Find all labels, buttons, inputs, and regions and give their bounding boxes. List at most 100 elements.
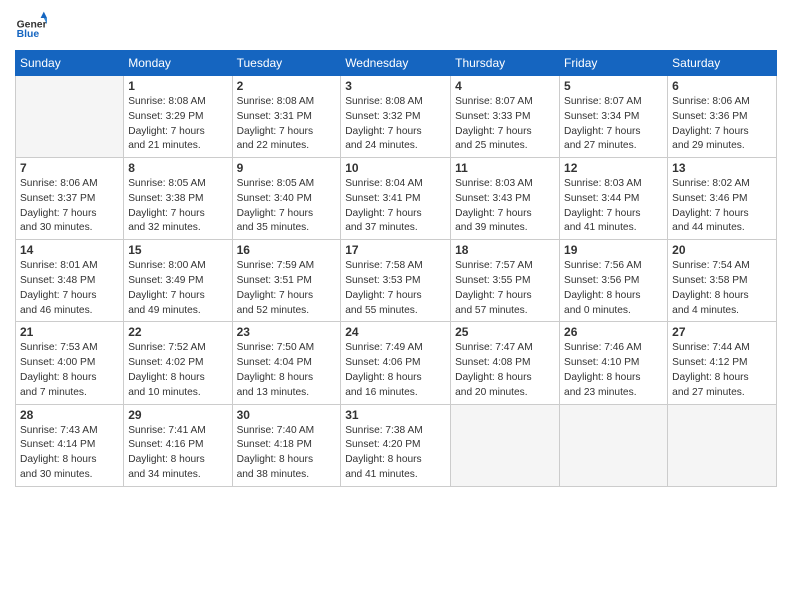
calendar-cell: 25 Sunrise: 7:47 AMSunset: 4:08 PMDayligh…: [451, 322, 560, 404]
day-number: 12: [564, 161, 663, 175]
weekday-header-thursday: Thursday: [451, 51, 560, 76]
day-detail: Sunrise: 7:40 AMSunset: 4:18 PMDaylight:…: [237, 424, 337, 483]
calendar-cell: 13 Sunrise: 8:02 AMSunset: 3:46 PMDayligh…: [668, 158, 777, 240]
day-number: 3: [345, 79, 446, 93]
day-number: 29: [128, 408, 227, 422]
day-detail: Sunrise: 7:56 AMSunset: 3:56 PMDaylight:…: [564, 259, 663, 318]
calendar-week-3: 14 Sunrise: 8:01 AMSunset: 3:48 PMDayligh…: [16, 240, 777, 322]
calendar-week-2: 7 Sunrise: 8:06 AMSunset: 3:37 PMDaylight…: [16, 158, 777, 240]
logo: General Blue: [15, 10, 53, 42]
day-detail: Sunrise: 8:07 AMSunset: 3:33 PMDaylight:…: [455, 95, 555, 154]
day-number: 26: [564, 325, 663, 339]
day-number: 15: [128, 243, 227, 257]
day-detail: Sunrise: 7:53 AMSunset: 4:00 PMDaylight:…: [20, 341, 119, 400]
day-detail: Sunrise: 8:04 AMSunset: 3:41 PMDaylight:…: [345, 177, 446, 236]
logo-icon: General Blue: [15, 10, 47, 42]
weekday-header-wednesday: Wednesday: [341, 51, 451, 76]
calendar-week-4: 21 Sunrise: 7:53 AMSunset: 4:00 PMDayligh…: [16, 322, 777, 404]
calendar-cell: 16 Sunrise: 7:59 AMSunset: 3:51 PMDayligh…: [232, 240, 341, 322]
day-detail: Sunrise: 7:52 AMSunset: 4:02 PMDaylight:…: [128, 341, 227, 400]
weekday-header-tuesday: Tuesday: [232, 51, 341, 76]
calendar-cell: 20Sunrise: 7:54 AMSunset: 3:58 PMDayligh…: [668, 240, 777, 322]
calendar-cell: 11 Sunrise: 8:03 AMSunset: 3:43 PMDayligh…: [451, 158, 560, 240]
day-number: 24: [345, 325, 446, 339]
calendar-cell: 4 Sunrise: 8:07 AMSunset: 3:33 PMDaylight…: [451, 76, 560, 158]
calendar-cell: 9Sunrise: 8:05 AMSunset: 3:40 PMDaylight…: [232, 158, 341, 240]
calendar-cell: 30 Sunrise: 7:40 AMSunset: 4:18 PMDayligh…: [232, 404, 341, 486]
weekday-header-monday: Monday: [124, 51, 232, 76]
day-number: 30: [237, 408, 337, 422]
day-number: 28: [20, 408, 119, 422]
day-detail: Sunrise: 7:46 AMSunset: 4:10 PMDaylight:…: [564, 341, 663, 400]
calendar-week-5: 28 Sunrise: 7:43 AMSunset: 4:14 PMDayligh…: [16, 404, 777, 486]
calendar-cell: 22 Sunrise: 7:52 AMSunset: 4:02 PMDayligh…: [124, 322, 232, 404]
calendar-cell: 2Sunrise: 8:08 AMSunset: 3:31 PMDaylight…: [232, 76, 341, 158]
calendar-cell: 7 Sunrise: 8:06 AMSunset: 3:37 PMDaylight…: [16, 158, 124, 240]
day-number: 27: [672, 325, 772, 339]
day-detail: Sunrise: 7:54 AMSunset: 3:58 PMDaylight:…: [672, 259, 772, 318]
day-number: 9: [237, 161, 337, 175]
day-detail: Sunrise: 8:08 AMSunset: 3:32 PMDaylight:…: [345, 95, 446, 154]
calendar-cell: 17Sunrise: 7:58 AMSunset: 3:53 PMDayligh…: [341, 240, 451, 322]
day-number: 8: [128, 161, 227, 175]
calendar-cell: 26 Sunrise: 7:46 AMSunset: 4:10 PMDayligh…: [560, 322, 668, 404]
calendar-cell: 1 Sunrise: 8:08 AMSunset: 3:29 PMDaylight…: [124, 76, 232, 158]
day-number: 6: [672, 79, 772, 93]
calendar-cell: [16, 76, 124, 158]
calendar-cell: 6 Sunrise: 8:06 AMSunset: 3:36 PMDaylight…: [668, 76, 777, 158]
calendar-cell: 21 Sunrise: 7:53 AMSunset: 4:00 PMDayligh…: [16, 322, 124, 404]
day-number: 18: [455, 243, 555, 257]
day-number: 25: [455, 325, 555, 339]
calendar-cell: 3 Sunrise: 8:08 AMSunset: 3:32 PMDaylight…: [341, 76, 451, 158]
weekday-header-sunday: Sunday: [16, 51, 124, 76]
calendar-cell: 18 Sunrise: 7:57 AMSunset: 3:55 PMDayligh…: [451, 240, 560, 322]
day-detail: Sunrise: 7:44 AMSunset: 4:12 PMDaylight:…: [672, 341, 772, 400]
day-detail: Sunrise: 8:06 AMSunset: 3:36 PMDaylight:…: [672, 95, 772, 154]
day-detail: Sunrise: 8:08 AMSunset: 3:29 PMDaylight:…: [128, 95, 227, 154]
page-header: General Blue: [15, 10, 777, 42]
day-detail: Sunrise: 7:47 AMSunset: 4:08 PMDaylight:…: [455, 341, 555, 400]
svg-text:Blue: Blue: [17, 29, 40, 40]
calendar-cell: 29Sunrise: 7:41 AMSunset: 4:16 PMDayligh…: [124, 404, 232, 486]
calendar-cell: 15 Sunrise: 8:00 AMSunset: 3:49 PMDayligh…: [124, 240, 232, 322]
calendar-week-1: 1 Sunrise: 8:08 AMSunset: 3:29 PMDaylight…: [16, 76, 777, 158]
day-number: 11: [455, 161, 555, 175]
day-number: 1: [128, 79, 227, 93]
calendar-cell: 14 Sunrise: 8:01 AMSunset: 3:48 PMDayligh…: [16, 240, 124, 322]
day-number: 14: [20, 243, 119, 257]
day-detail: Sunrise: 7:43 AMSunset: 4:14 PMDaylight:…: [20, 424, 119, 483]
day-detail: Sunrise: 7:57 AMSunset: 3:55 PMDaylight:…: [455, 259, 555, 318]
day-detail: Sunrise: 8:01 AMSunset: 3:48 PMDaylight:…: [20, 259, 119, 318]
day-number: 23: [237, 325, 337, 339]
day-detail: Sunrise: 8:03 AMSunset: 3:43 PMDaylight:…: [455, 177, 555, 236]
day-number: 10: [345, 161, 446, 175]
calendar-cell: [668, 404, 777, 486]
day-number: 21: [20, 325, 119, 339]
day-detail: Sunrise: 8:05 AMSunset: 3:38 PMDaylight:…: [128, 177, 227, 236]
calendar-cell: 19Sunrise: 7:56 AMSunset: 3:56 PMDayligh…: [560, 240, 668, 322]
calendar-cell: 10 Sunrise: 8:04 AMSunset: 3:41 PMDayligh…: [341, 158, 451, 240]
day-detail: Sunrise: 8:07 AMSunset: 3:34 PMDaylight:…: [564, 95, 663, 154]
day-number: 4: [455, 79, 555, 93]
day-detail: Sunrise: 7:59 AMSunset: 3:51 PMDaylight:…: [237, 259, 337, 318]
day-number: 31: [345, 408, 446, 422]
weekday-header-row: SundayMondayTuesdayWednesdayThursdayFrid…: [16, 51, 777, 76]
day-number: 13: [672, 161, 772, 175]
calendar-table: SundayMondayTuesdayWednesdayThursdayFrid…: [15, 50, 777, 487]
weekday-header-saturday: Saturday: [668, 51, 777, 76]
day-number: 22: [128, 325, 227, 339]
day-number: 17: [345, 243, 446, 257]
day-detail: Sunrise: 8:03 AMSunset: 3:44 PMDaylight:…: [564, 177, 663, 236]
calendar-cell: 5Sunrise: 8:07 AMSunset: 3:34 PMDaylight…: [560, 76, 668, 158]
day-number: 16: [237, 243, 337, 257]
day-detail: Sunrise: 8:02 AMSunset: 3:46 PMDaylight:…: [672, 177, 772, 236]
day-detail: Sunrise: 8:06 AMSunset: 3:37 PMDaylight:…: [20, 177, 119, 236]
day-number: 7: [20, 161, 119, 175]
calendar-cell: [451, 404, 560, 486]
calendar-cell: 27 Sunrise: 7:44 AMSunset: 4:12 PMDayligh…: [668, 322, 777, 404]
day-detail: Sunrise: 8:00 AMSunset: 3:49 PMDaylight:…: [128, 259, 227, 318]
calendar-cell: 12 Sunrise: 8:03 AMSunset: 3:44 PMDayligh…: [560, 158, 668, 240]
day-detail: Sunrise: 8:08 AMSunset: 3:31 PMDaylight:…: [237, 95, 337, 154]
calendar-cell: 8 Sunrise: 8:05 AMSunset: 3:38 PMDaylight…: [124, 158, 232, 240]
calendar-cell: 28 Sunrise: 7:43 AMSunset: 4:14 PMDayligh…: [16, 404, 124, 486]
